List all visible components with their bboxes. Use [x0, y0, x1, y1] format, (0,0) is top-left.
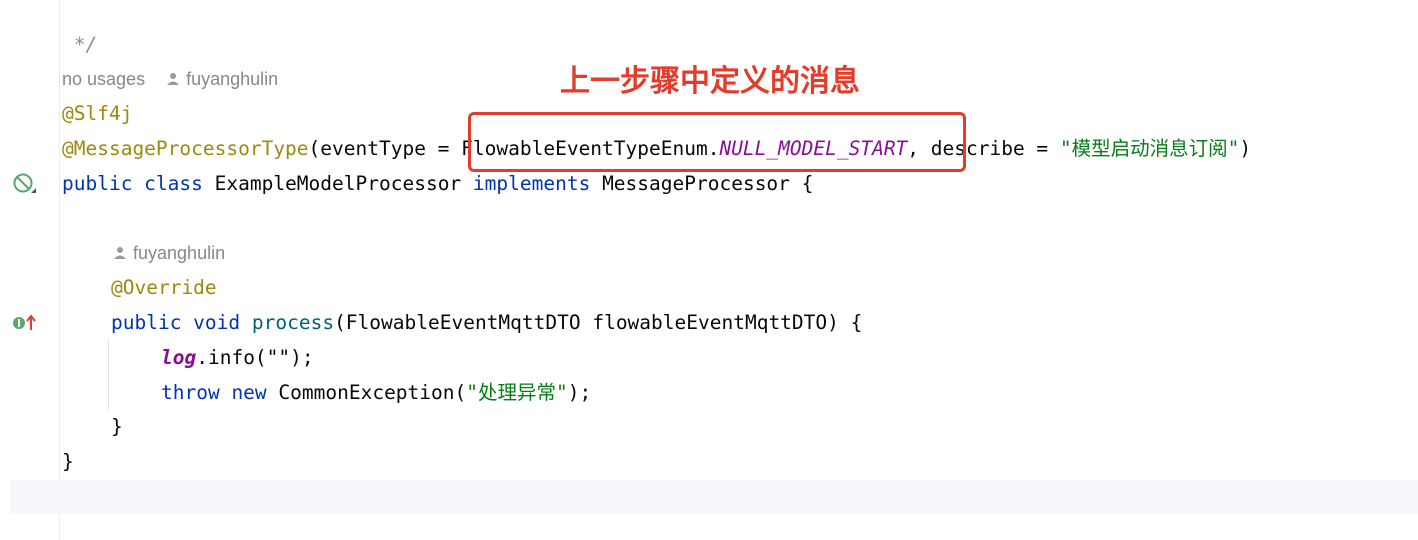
code-line-slf4j[interactable]: @Slf4j: [62, 99, 132, 129]
no-entry-icon[interactable]: [12, 172, 38, 196]
current-line-highlight: [10, 480, 1418, 514]
keyword-throw-new: throw new: [161, 381, 267, 404]
comment-text: */: [62, 33, 98, 56]
author-name: fuyanghulin: [133, 243, 226, 263]
exception-end: );: [567, 381, 592, 404]
log-call: .info("");: [196, 346, 314, 369]
class-name[interactable]: ExampleModelProcessor: [203, 172, 473, 195]
keyword-public-class: public class: [62, 172, 203, 195]
implements-method-icon[interactable]: [12, 314, 38, 332]
interface-name[interactable]: MessageProcessor {: [590, 172, 813, 195]
close-brace: }: [62, 450, 74, 473]
exception-message: "处理异常": [466, 381, 568, 404]
code-line-throw[interactable]: throw new CommonException("处理异常");: [161, 378, 591, 408]
usages-hint[interactable]: no usages fuyanghulin: [62, 66, 278, 92]
mpt-close: ): [1239, 137, 1252, 160]
person-icon: [114, 247, 126, 259]
describe-string: "模型启动消息订阅": [1059, 137, 1240, 160]
override-annotation[interactable]: @Override: [111, 276, 217, 299]
exception-call[interactable]: CommonException(: [267, 381, 466, 404]
code-line-override[interactable]: @Override: [111, 273, 217, 303]
code-line-close-method[interactable]: }: [111, 412, 123, 442]
code-line-method-signature[interactable]: public void process(FlowableEventMqttDTO…: [111, 308, 862, 338]
keyword-public-void: public void: [111, 311, 241, 334]
method-name[interactable]: process: [240, 311, 334, 334]
callout-label: 上一步骤中定义的消息: [560, 64, 860, 99]
slf4j-annotation[interactable]: @Slf4j: [62, 102, 132, 125]
indent-guide: [108, 340, 109, 410]
author-name: fuyanghulin: [186, 69, 279, 89]
usages-label[interactable]: no usages: [62, 69, 145, 89]
method-params: (FlowableEventMqttDTO flowableEventMqttD…: [334, 311, 863, 334]
editor-gutter-divider: [59, 0, 60, 540]
comment-end-line[interactable]: */: [62, 30, 98, 60]
code-line-log[interactable]: log.info("");: [161, 343, 314, 373]
method-author-hint[interactable]: fuyanghulin: [112, 240, 225, 266]
mpt-annotation[interactable]: @MessageProcessorType: [62, 137, 309, 160]
log-variable[interactable]: log: [161, 346, 196, 369]
code-line-class-declaration[interactable]: public class ExampleModelProcessor imple…: [62, 169, 813, 199]
code-line-close-class[interactable]: }: [62, 447, 74, 477]
close-brace: }: [111, 415, 123, 438]
author-hint[interactable]: fuyanghulin: [165, 69, 278, 89]
person-icon: [167, 73, 180, 85]
mpt-open: (eventType =: [308, 137, 462, 160]
callout-highlight-box: [468, 112, 966, 172]
keyword-implements: implements: [472, 172, 591, 195]
